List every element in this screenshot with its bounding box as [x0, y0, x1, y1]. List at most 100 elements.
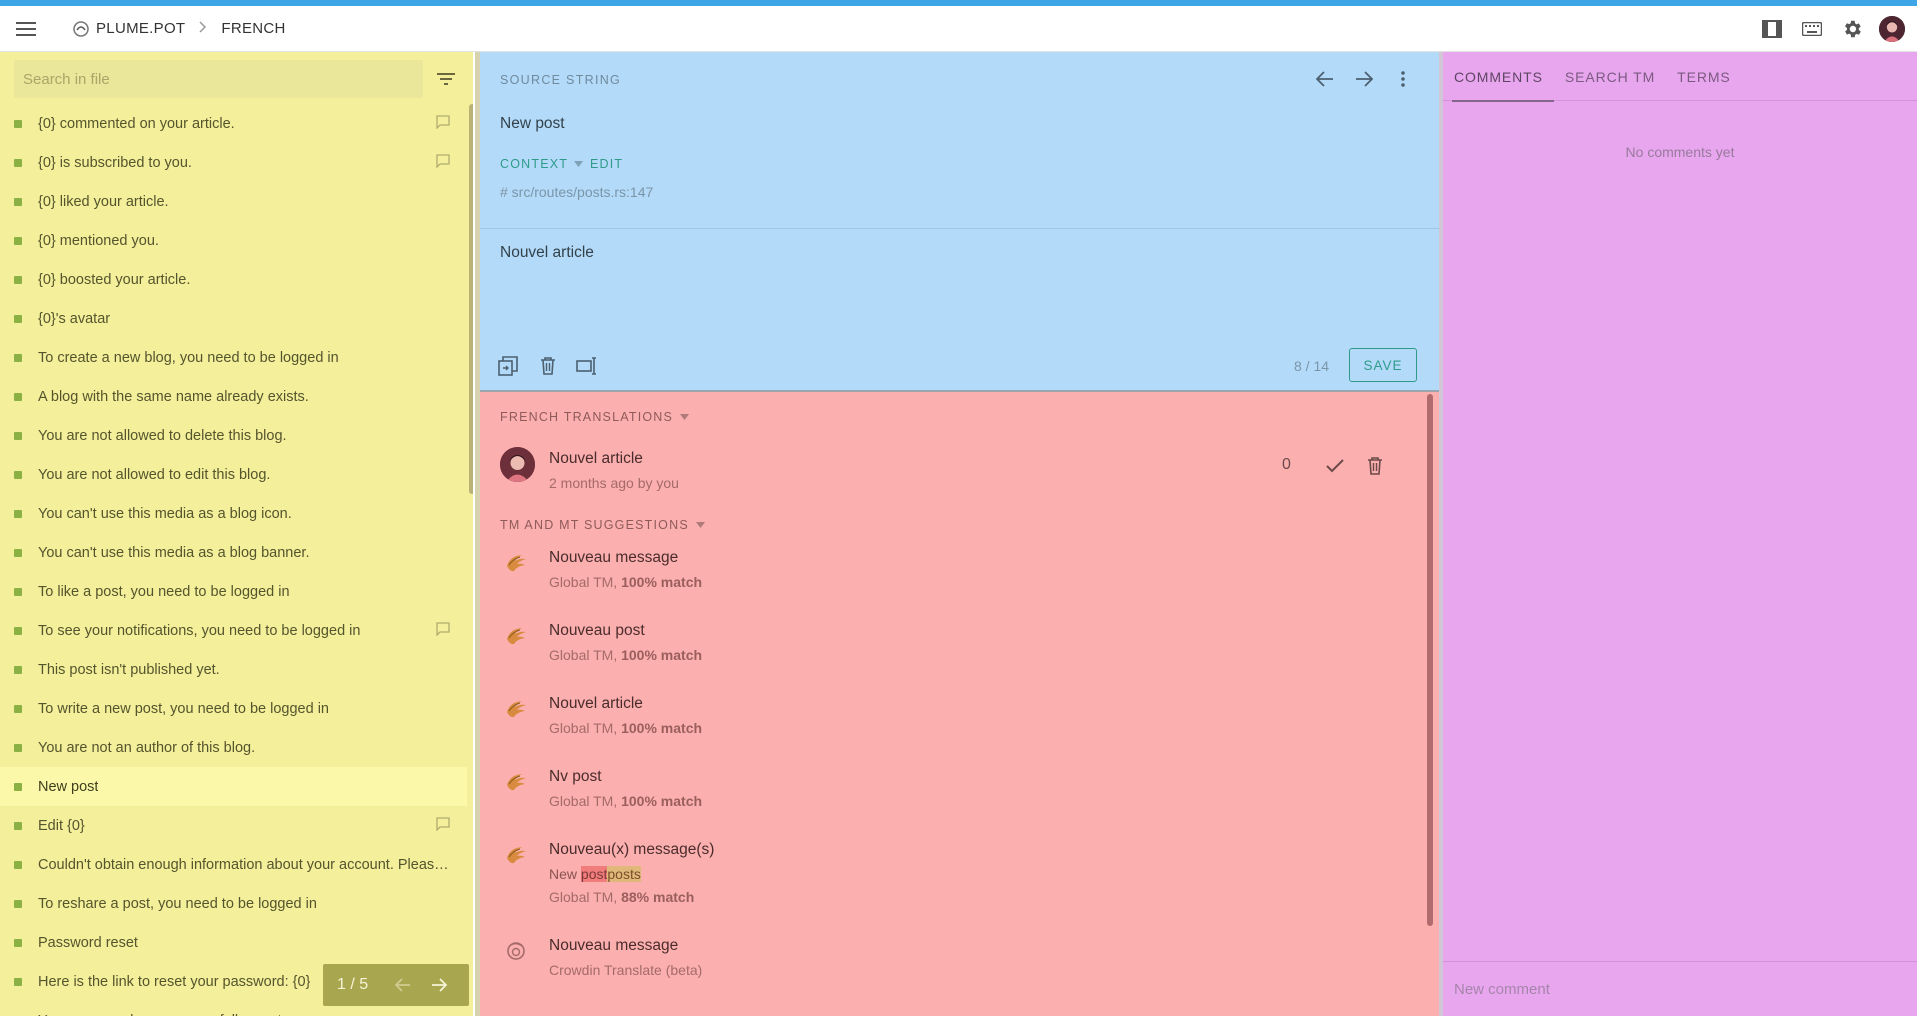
caret-down-icon — [695, 522, 705, 528]
menu-icon[interactable] — [12, 15, 40, 43]
breadcrumb-chevron-icon — [199, 20, 207, 37]
breadcrumb-project[interactable]: PLUME.POT — [96, 20, 185, 37]
suggestion-text: Nouvel article — [549, 695, 643, 712]
list-item-label: Here is the link to reset your password:… — [38, 973, 311, 990]
tab-terms[interactable]: TERMS — [1666, 52, 1742, 101]
user-avatar[interactable] — [1879, 15, 1905, 42]
translator-avatar — [500, 447, 535, 482]
arrow-right-icon[interactable] — [1349, 64, 1379, 94]
layout-icon[interactable] — [1759, 16, 1785, 42]
side-tabs: COMMENTS SEARCH TM TERMS — [1443, 52, 1917, 102]
translated-status-icon — [14, 587, 22, 596]
list-item[interactable]: You are not allowed to edit this blog. — [0, 455, 467, 494]
source-string-label: SOURCE STRING — [500, 73, 622, 87]
suggestions-scrollbar[interactable] — [1427, 394, 1433, 926]
suggestion-diff: New postposts — [549, 866, 641, 882]
translated-status-icon — [14, 158, 22, 167]
comment-input[interactable] — [1454, 980, 1894, 998]
translation-input[interactable]: Nouvel article — [500, 244, 594, 262]
list-item-label: {0} is subscribed to you. — [38, 154, 192, 171]
list-item[interactable]: Couldn't obtain enough information about… — [0, 845, 467, 884]
match-percentage: 100% match — [621, 574, 703, 590]
suggestion-source: Global TM, 100% match — [549, 647, 702, 663]
translations-heading[interactable]: FRENCH TRANSLATIONS — [500, 410, 690, 424]
list-item-active[interactable]: New post — [0, 767, 467, 806]
special-characters-icon[interactable] — [573, 352, 601, 380]
list-item[interactable]: {0} is subscribed to you. — [0, 143, 467, 182]
list-item[interactable]: You are not allowed to delete this blog. — [0, 416, 467, 455]
context-toggle[interactable]: CONTEXT — [500, 157, 584, 171]
arrow-left-icon[interactable] — [1310, 64, 1340, 94]
list-item-label: You are not allowed to edit this blog. — [38, 466, 271, 483]
copy-source-icon[interactable] — [494, 352, 522, 380]
list-item-label: To reshare a post, you need to be logged… — [38, 895, 317, 912]
translated-status-icon — [14, 821, 22, 830]
project-logo-icon — [72, 20, 90, 38]
suggestions-panel: FRENCH TRANSLATIONS Nouvel article 2 mon… — [480, 392, 1439, 1016]
translated-status-icon — [14, 743, 22, 752]
empty-comments-message: No comments yet — [1625, 144, 1735, 160]
match-percentage: 100% match — [621, 793, 703, 809]
next-page-arrow-icon[interactable] — [421, 967, 457, 1003]
translated-status-icon — [14, 470, 22, 479]
tab-search-tm[interactable]: SEARCH TM — [1554, 52, 1666, 101]
breadcrumb-language[interactable]: FRENCH — [221, 20, 285, 37]
clear-translation-icon[interactable] — [534, 352, 562, 380]
comment-icon — [436, 817, 453, 834]
list-item[interactable]: To like a post, you need to be logged in — [0, 572, 467, 611]
suggestion-item[interactable]: Nouveau(x) message(s) New postposts Global… — [480, 831, 1420, 921]
keyboard-icon[interactable] — [1799, 16, 1825, 42]
list-item[interactable]: {0} mentioned you. — [0, 221, 467, 260]
suggestion-item[interactable]: Nouveau post Global TM, 100% match — [480, 612, 1420, 684]
suggestions-heading-label: TM AND MT SUGGESTIONS — [500, 518, 689, 532]
source-editor-panel: SOURCE STRING New post CONTEXT EDIT # sr… — [480, 52, 1439, 390]
list-item[interactable]: You can't use this media as a blog banne… — [0, 533, 467, 572]
suggestion-origin: Global TM, — [549, 647, 622, 663]
list-item[interactable]: To create a new blog, you need to be log… — [0, 338, 467, 377]
list-item[interactable]: To write a new post, you need to be logg… — [0, 689, 467, 728]
filter-icon[interactable] — [433, 66, 459, 92]
suggestion-source: Crowdin Translate (beta) — [549, 962, 702, 978]
list-item[interactable]: Password reset — [0, 923, 467, 962]
top-header: PLUME.POT FRENCH — [0, 6, 1917, 52]
existing-translation-text[interactable]: Nouvel article — [549, 450, 643, 468]
save-button[interactable]: SAVE — [1349, 348, 1417, 382]
prev-page-arrow-icon[interactable] — [385, 967, 421, 1003]
list-item[interactable]: {0}'s avatar — [0, 299, 467, 338]
more-vert-icon[interactable] — [1388, 64, 1418, 94]
suggestion-item[interactable]: Nouvel article Global TM, 100% match — [480, 685, 1420, 757]
list-item[interactable]: You can't use this media as a blog icon. — [0, 494, 467, 533]
list-item[interactable]: {0} commented on your article. — [0, 104, 467, 143]
search-input[interactable] — [23, 70, 423, 88]
suggestion-text: Nv post — [549, 768, 602, 785]
list-item[interactable]: To reshare a post, you need to be logged… — [0, 884, 467, 923]
translated-status-icon — [14, 275, 22, 284]
list-item[interactable]: You are not an author of this blog. — [0, 728, 467, 767]
list-item[interactable]: A blog with the same name already exists… — [0, 377, 467, 416]
context-label: CONTEXT — [500, 157, 569, 171]
caret-down-icon — [574, 161, 584, 167]
comment-icon — [436, 622, 453, 639]
list-item[interactable]: {0} liked your article. — [0, 182, 467, 221]
list-item-label: {0}'s avatar — [38, 310, 111, 327]
list-item[interactable]: {0} boosted your article. — [0, 260, 467, 299]
list-item[interactable]: This post isn't published yet. — [0, 650, 467, 689]
gear-icon[interactable] — [1839, 16, 1865, 42]
strings-scrollbar[interactable] — [469, 104, 473, 494]
translated-status-icon — [14, 860, 22, 869]
suggestion-origin: Global TM, — [549, 720, 622, 736]
suggestion-item[interactable]: Nv post Global TM, 100% match — [480, 758, 1420, 830]
suggestions-heading[interactable]: TM AND MT SUGGESTIONS — [500, 518, 705, 532]
suggestion-origin: Global TM, — [549, 793, 622, 809]
suggestion-item[interactable]: Nouveau message Global TM, 100% match — [480, 539, 1420, 611]
match-percentage: 100% match — [621, 647, 703, 663]
list-item[interactable]: Edit {0} — [0, 806, 467, 845]
tab-comments[interactable]: COMMENTS — [1443, 52, 1554, 102]
delete-translation-icon[interactable] — [1361, 452, 1389, 480]
list-item-label: This post isn't published yet. — [38, 661, 220, 678]
approve-check-icon[interactable] — [1321, 452, 1349, 480]
suggestion-item[interactable]: Nouveau message Crowdin Translate (beta) — [480, 927, 1420, 999]
translated-status-icon — [14, 548, 22, 557]
edit-context-button[interactable]: EDIT — [590, 157, 623, 171]
list-item[interactable]: To see your notifications, you need to b… — [0, 611, 467, 650]
